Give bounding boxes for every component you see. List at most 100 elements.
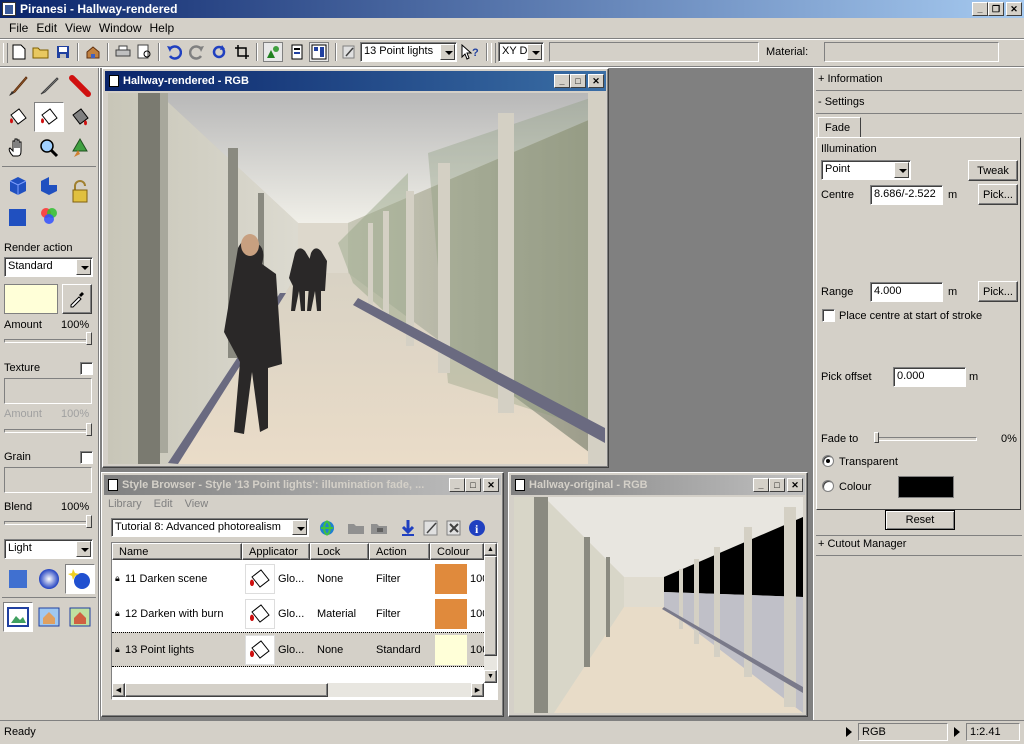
range-input[interactable]: 4.000 [870,282,943,302]
tweak-button[interactable]: Tweak [968,160,1018,181]
col-applicator[interactable]: Applicator [242,543,310,560]
centre-pick-button[interactable]: Pick... [978,184,1018,205]
cube-icon[interactable] [3,170,33,200]
library-globe-icon[interactable] [318,519,336,537]
transparent-radio[interactable] [822,455,834,467]
scroll-right-button[interactable]: ▶ [471,683,484,697]
eyedropper-button[interactable] [62,284,92,314]
render-minimize-button[interactable]: _ [554,74,570,88]
hand-icon[interactable] [3,133,33,163]
line-brush-icon[interactable] [65,71,95,101]
redo-icon[interactable] [187,42,207,62]
texture-slider[interactable] [4,429,92,433]
lock-icon[interactable] [65,178,95,208]
information-header[interactable]: + Information [818,73,883,85]
cutout-icon[interactable] [263,42,283,62]
blend-slider[interactable] [4,521,92,525]
gradient-fill-icon[interactable] [65,102,95,132]
reset-button[interactable]: Reset [885,510,955,530]
library-select[interactable]: Tutorial 8: Advanced photorealism [111,518,309,537]
menu-help[interactable]: Help [146,21,179,35]
original-hallway-image[interactable] [514,497,803,713]
centre-input[interactable]: 8.686/-2.522 [870,185,943,205]
close-button[interactable]: ✕ [1006,2,1022,16]
open-folder-icon[interactable] [31,42,51,62]
col-action[interactable]: Action [369,543,430,560]
colour-radio[interactable] [822,480,834,492]
restore-button[interactable]: ❐ [988,2,1004,16]
cube-cut-icon[interactable] [34,170,64,200]
texture-checkbox[interactable] [80,362,93,375]
apply-style-icon[interactable] [399,519,417,537]
render-window-title-bar[interactable]: Hallway-rendered - RGB _ □ ✕ [105,71,606,91]
style-browser-close-button[interactable]: ✕ [483,478,499,492]
cube-solid-icon[interactable] [3,201,33,231]
undo-icon[interactable] [164,42,184,62]
original-minimize-button[interactable]: _ [753,478,769,492]
illumination-select[interactable]: Point [821,160,911,180]
save-icon[interactable] [53,42,73,62]
colour-wheel-icon[interactable] [34,201,64,231]
pick-offset-input[interactable]: 0.000 [893,367,966,387]
light-shape-icon[interactable] [65,564,95,594]
col-lock[interactable]: Lock [310,543,369,560]
style-browser-minimize-button[interactable]: _ [449,478,465,492]
original-maximize-button[interactable]: □ [769,478,785,492]
scroll-thumb[interactable] [484,556,497,656]
new-file-icon[interactable] [9,42,29,62]
layers-icon[interactable] [287,42,307,62]
style-browser-title-bar[interactable]: Style Browser - Style '13 Point lights':… [104,475,501,495]
tab-fade[interactable]: Fade [818,117,861,138]
style-browser-menu-edit[interactable]: Edit [154,498,173,510]
style-edit-icon[interactable] [339,42,359,62]
help-pointer-icon[interactable]: ? [460,42,480,62]
scroll-left-button[interactable]: ◀ [112,683,125,697]
style-select[interactable]: 13 Point lights [360,42,457,62]
save-library-icon[interactable] [370,519,388,537]
fill-icon[interactable] [3,102,33,132]
hscroll-thumb[interactable] [125,683,328,697]
scroll-up-button[interactable]: ▲ [484,543,497,556]
place-centre-checkbox[interactable] [822,309,835,322]
col-name[interactable]: Name [112,543,242,560]
render-window[interactable]: Hallway-rendered - RGB _ □ ✕ [102,68,609,468]
style-browser-menu-view[interactable]: View [185,498,209,510]
style-row-11[interactable]: 🔒︎ 11 Darken scene Glo... None Filter 10… [112,562,488,597]
fill-active-icon[interactable] [34,102,64,132]
settings-header[interactable]: - Settings [818,96,864,108]
minimize-button[interactable]: _ [972,2,988,16]
style-row-12[interactable]: 🔒︎ 12 Darken with burn Glo... Material F… [112,597,488,632]
colour-swatch[interactable] [4,284,58,314]
col-colour[interactable]: Colour [430,543,484,560]
import-icon[interactable] [83,42,103,62]
fade-to-slider[interactable] [874,437,977,441]
original-window[interactable]: Hallway-original - RGB _ □ ✕ [508,472,808,717]
view-house-icon[interactable] [34,602,64,632]
soft-shape-icon[interactable] [34,564,64,594]
scroll-down-button[interactable]: ▼ [484,670,497,683]
cutout-manager-header[interactable]: + Cutout Manager [818,538,906,550]
pencil-icon[interactable] [34,71,64,101]
flat-shape-icon[interactable] [3,564,33,594]
app-title-bar[interactable]: Piranesi - Hallway-rendered _ ❐ ✕ [0,0,1024,18]
amount-slider-thumb[interactable] [86,332,92,345]
rendered-hallway-image[interactable] [108,93,605,464]
blend-mode-select[interactable]: Light [4,539,93,559]
menu-edit[interactable]: Edit [32,21,61,35]
style-browser-window[interactable]: Style Browser - Style '13 Point lights':… [101,472,504,717]
menu-view[interactable]: View [61,21,95,35]
menu-window[interactable]: Window [95,21,146,35]
style-browser-menu-library[interactable]: Library [108,498,142,510]
zoom-play-icon[interactable] [954,727,960,737]
style-browser-maximize-button[interactable]: □ [465,478,481,492]
open-library-icon[interactable] [347,519,365,537]
print-preview-icon[interactable] [135,42,155,62]
range-pick-button[interactable]: Pick... [978,281,1018,302]
view-window-icon[interactable] [3,602,33,632]
panel-icon[interactable] [309,42,329,62]
status-play-icon[interactable] [846,727,852,737]
brush-icon[interactable] [3,71,33,101]
view-select[interactable]: XY D [498,42,544,62]
menu-file[interactable]: File [5,21,32,35]
redo-all-icon[interactable] [209,42,229,62]
